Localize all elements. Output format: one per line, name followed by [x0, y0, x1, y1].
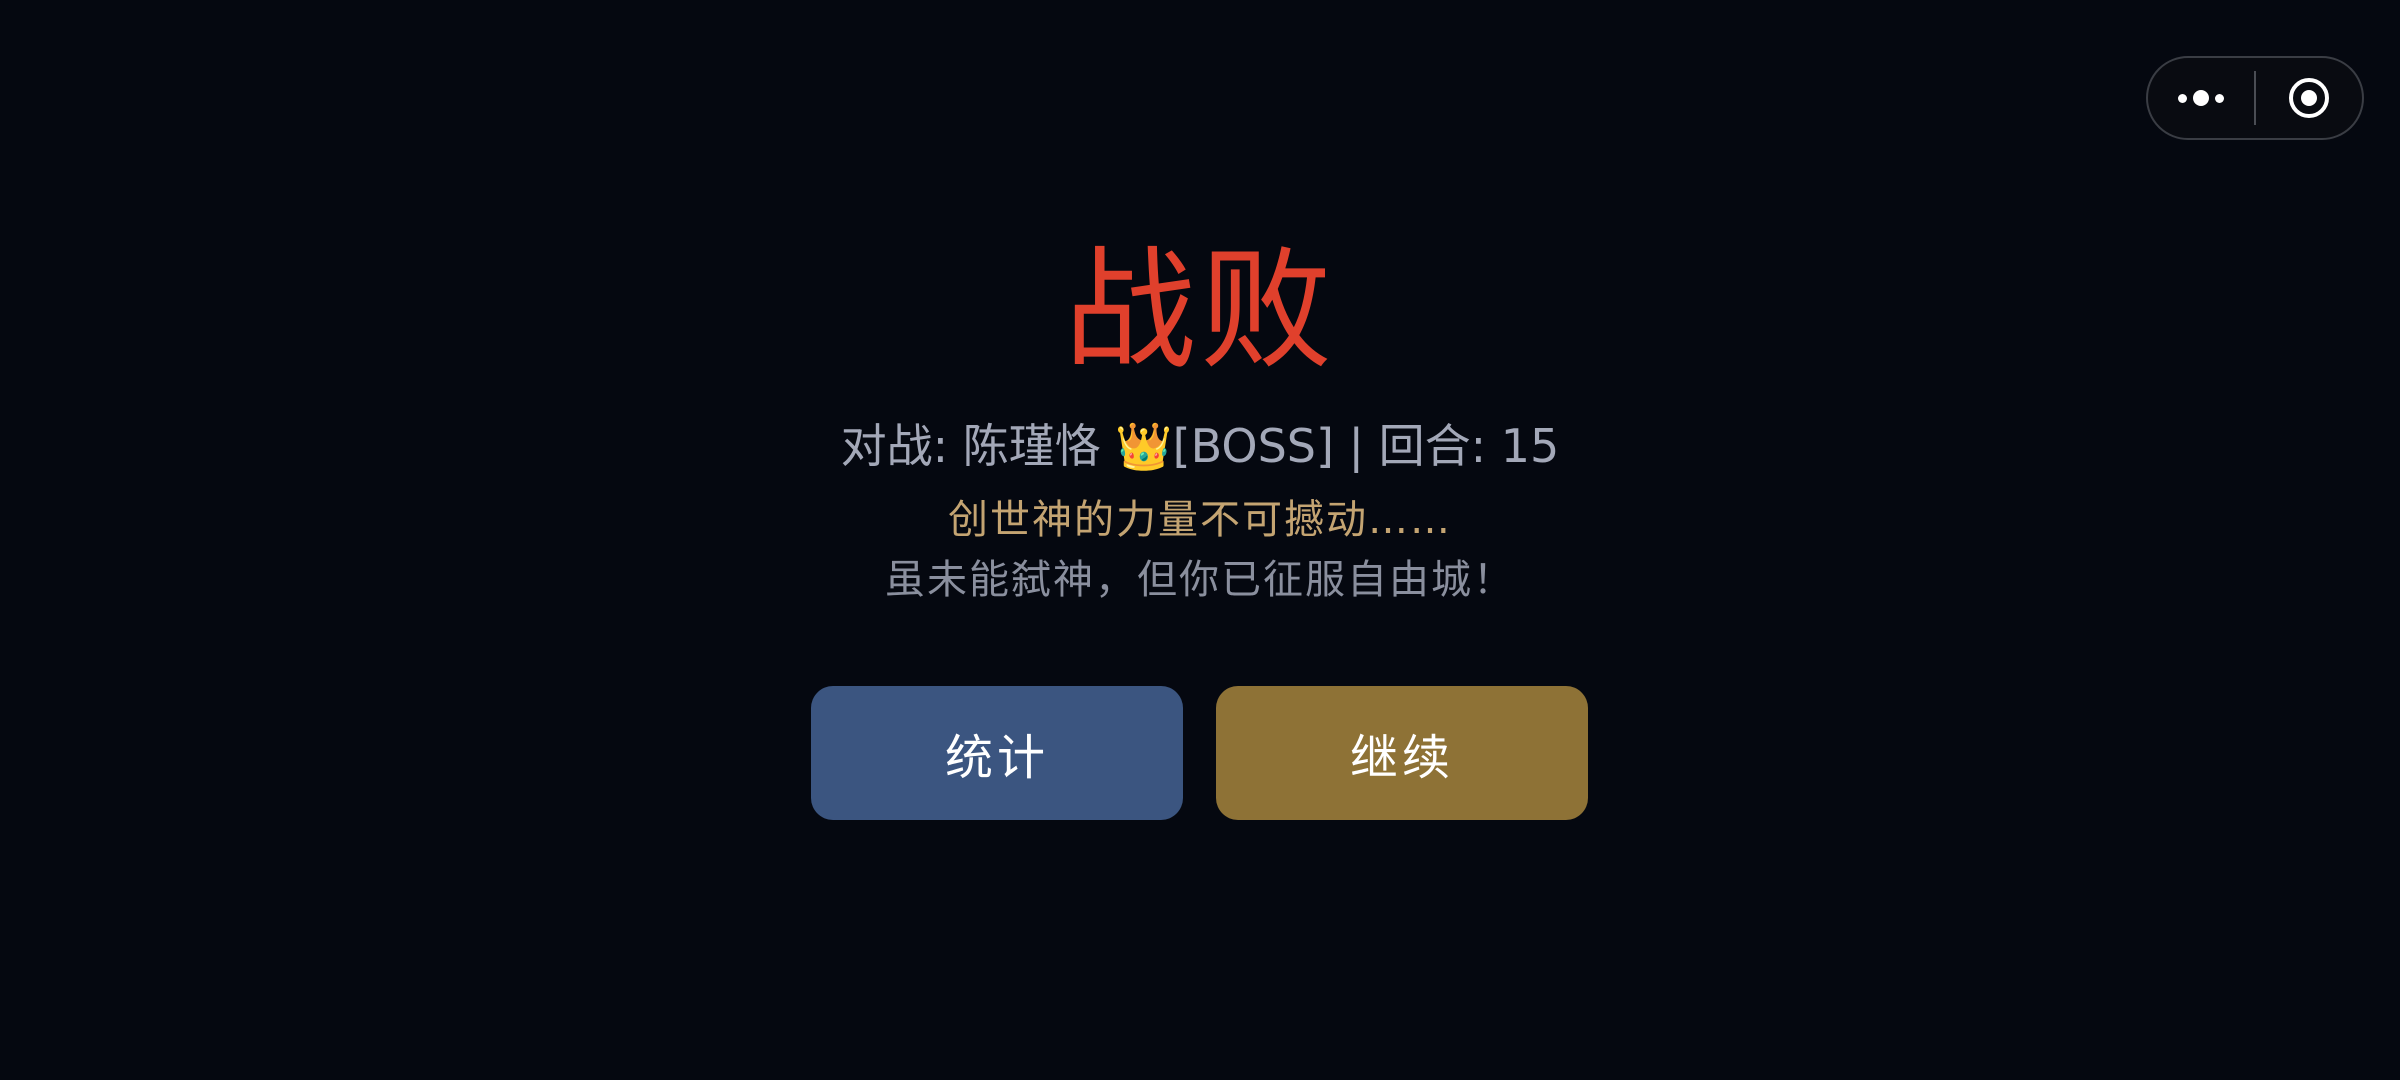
- dot: [2215, 93, 2224, 103]
- more-dots-icon: [2178, 90, 2224, 106]
- match-info: 对战: 陈瑾恪 👑[BOSS] | 回合: 15: [840, 419, 1560, 473]
- target-circle-icon: [2289, 78, 2329, 118]
- continue-button[interactable]: 继续: [1216, 686, 1588, 820]
- exit-button[interactable]: [2256, 58, 2362, 138]
- dot: [2178, 93, 2187, 103]
- more-button[interactable]: [2148, 58, 2254, 138]
- result-title: 战败: [1064, 234, 1336, 388]
- boss-quote: 创世神的力量不可撼动……: [948, 497, 1452, 543]
- miniprogram-capsule: [2146, 56, 2364, 140]
- consolation-message: 虽未能弑神，但你已征服自由城！: [885, 557, 1515, 603]
- dot: [2193, 90, 2209, 106]
- stats-button[interactable]: 统计: [811, 686, 1183, 820]
- target-dot: [2301, 90, 2317, 106]
- game-result-screen: 战败 对战: 陈瑾恪 👑[BOSS] | 回合: 15 创世神的力量不可撼动………: [0, 0, 2400, 1080]
